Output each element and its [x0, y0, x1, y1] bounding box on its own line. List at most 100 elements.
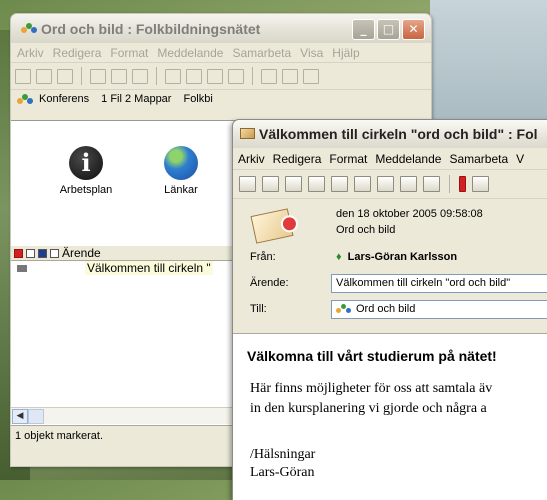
- menu-format[interactable]: Format: [110, 46, 148, 60]
- message-header: den 18 oktober 2005 09:58:08 Ord och bil…: [233, 200, 547, 332]
- horizontal-scrollbar[interactable]: ◀: [11, 407, 246, 424]
- menu-samarbeta[interactable]: Samarbeta: [232, 46, 291, 60]
- previous-icon[interactable]: [472, 176, 489, 192]
- new-message-icon[interactable]: [239, 176, 256, 192]
- reply-sender-icon[interactable]: [331, 176, 348, 192]
- previous-icon[interactable]: [186, 68, 202, 84]
- up-icon[interactable]: [228, 68, 244, 84]
- wallpaper-sky: [430, 0, 547, 120]
- flag-column-icon[interactable]: [14, 248, 23, 258]
- read-column-icon[interactable]: [38, 248, 47, 258]
- letter-icon: [250, 208, 294, 244]
- new-document-icon[interactable]: [15, 68, 31, 84]
- body-greeting: /Hälsningar: [250, 447, 316, 462]
- breadcrumb-folkbi[interactable]: Folkbi: [183, 93, 212, 105]
- print-icon[interactable]: [400, 176, 417, 192]
- body-signature: Lars-Göran: [250, 465, 315, 480]
- menu-hjalp[interactable]: Hjälp: [332, 46, 359, 60]
- menu-redigera[interactable]: Redigera: [53, 46, 102, 60]
- flag-icon[interactable]: [459, 176, 466, 192]
- menu-arkiv[interactable]: Arkiv: [238, 152, 265, 166]
- window-title: Välkommen till cirkeln "ord och bild" : …: [259, 126, 538, 142]
- icon-lankar[interactable]: Länkar: [146, 146, 216, 196]
- toolbar-divider: [81, 67, 82, 85]
- conference-icon: [336, 303, 352, 315]
- menu-format[interactable]: Format: [329, 152, 367, 166]
- message-icon: [17, 264, 27, 272]
- body-line: Här finns möjligheter för oss att samtal…: [250, 381, 493, 396]
- scroll-left-icon[interactable]: ◀: [12, 409, 28, 424]
- sender-name: Lars-Göran Karlsson: [347, 251, 458, 263]
- toolbar: [11, 62, 431, 90]
- menu-visa[interactable]: Visa: [300, 46, 323, 60]
- edit-icon[interactable]: [282, 68, 298, 84]
- type-column-icon[interactable]: [50, 248, 59, 258]
- icon-pane: i Arbetsplan Länkar: [11, 120, 246, 247]
- toolbar: [233, 169, 547, 199]
- list-header: Ärende: [11, 246, 246, 261]
- from-value[interactable]: ♦ Lars-Göran Karlsson: [336, 251, 457, 263]
- conference-icon: [17, 92, 33, 106]
- body-heading: Välkomna till vårt studierum på nätet!: [247, 348, 497, 364]
- from-label: Från:: [250, 251, 276, 263]
- icon-arbetsplan[interactable]: i Arbetsplan: [51, 146, 121, 196]
- flag-icon[interactable]: [165, 68, 181, 84]
- breadcrumb-conference[interactable]: Konferens: [39, 93, 89, 105]
- properties-icon[interactable]: [377, 176, 394, 192]
- forward-icon[interactable]: [57, 68, 73, 84]
- breadcrumb-contents: 1 Fil 2 Mappar: [101, 93, 172, 105]
- list-item-subject: Välkommen till cirkeln ": [85, 261, 213, 275]
- breadcrumb: Konferens 1 Fil 2 Mappar Folkbi: [11, 90, 431, 108]
- reply-icon[interactable]: [262, 176, 279, 192]
- message-body[interactable]: Välkomna till vårt studierum på nätet! H…: [233, 333, 547, 500]
- scroll-thumb[interactable]: [28, 409, 44, 424]
- menu-redigera[interactable]: Redigera: [273, 152, 322, 166]
- to-field[interactable]: Ord och bild: [331, 300, 547, 319]
- forward-icon[interactable]: [308, 176, 325, 192]
- window-title: Ord och bild : Folkbildningsnätet: [41, 21, 261, 37]
- reply-all-icon[interactable]: [285, 176, 302, 192]
- person-icon: ♦: [336, 251, 342, 263]
- title-bar[interactable]: Välkommen till cirkeln "ord och bild" : …: [233, 120, 547, 148]
- list-icon[interactable]: [90, 68, 106, 84]
- attachment-column-icon[interactable]: [26, 248, 35, 258]
- search-icon[interactable]: [261, 68, 277, 84]
- menu-meddelande[interactable]: Meddelande: [375, 152, 441, 166]
- list-item[interactable]: Välkommen till cirkeln ": [11, 261, 246, 275]
- menu-meddelande[interactable]: Meddelande: [157, 46, 223, 60]
- people-icon: [21, 21, 37, 35]
- attach-icon[interactable]: [303, 68, 319, 84]
- to-label: Till:: [250, 303, 267, 315]
- minimize-button[interactable]: _: [352, 19, 375, 40]
- subject-label: Ärende:: [250, 277, 289, 289]
- maximize-button[interactable]: □: [377, 19, 400, 40]
- message-list: Ärende Välkommen till cirkeln ": [11, 246, 246, 426]
- menu-bar: Arkiv Redigera Format Meddelande Samarbe…: [233, 148, 547, 169]
- globe-icon: [164, 146, 198, 180]
- menu-visa[interactable]: V: [516, 152, 524, 166]
- close-button[interactable]: ✕: [402, 19, 425, 40]
- menu-arkiv[interactable]: Arkiv: [17, 46, 44, 60]
- icon-label: Länkar: [164, 184, 198, 196]
- column-subject[interactable]: Ärende: [62, 246, 101, 260]
- folder-icon[interactable]: [132, 68, 148, 84]
- menu-samarbeta[interactable]: Samarbeta: [449, 152, 508, 166]
- message-window[interactable]: Välkommen till cirkeln "ord och bild" : …: [232, 119, 547, 500]
- trash-icon[interactable]: [423, 176, 440, 192]
- title-bar[interactable]: Ord och bild : Folkbildningsnätet _ □ ✕: [11, 14, 431, 43]
- info-icon: i: [69, 146, 103, 180]
- copy-icon[interactable]: [354, 176, 371, 192]
- icon-label: Arbetsplan: [59, 184, 113, 196]
- reply-icon[interactable]: [36, 68, 52, 84]
- message-date: den 18 oktober 2005 09:58:08: [336, 208, 483, 220]
- to-value: Ord och bild: [356, 303, 416, 315]
- message-conference: Ord och bild: [336, 224, 396, 236]
- subject-field[interactable]: Välkommen till cirkeln "ord och bild": [331, 274, 547, 293]
- body-line: in den kursplanering vi gjorde och några…: [250, 401, 487, 416]
- status-bar: 1 objekt markerat.: [11, 425, 246, 445]
- trash-icon[interactable]: [111, 68, 127, 84]
- envelope-icon: [240, 128, 255, 139]
- next-icon[interactable]: [207, 68, 223, 84]
- toolbar-divider: [252, 67, 253, 85]
- menu-bar: Arkiv Redigera Format Meddelande Samarbe…: [11, 43, 431, 62]
